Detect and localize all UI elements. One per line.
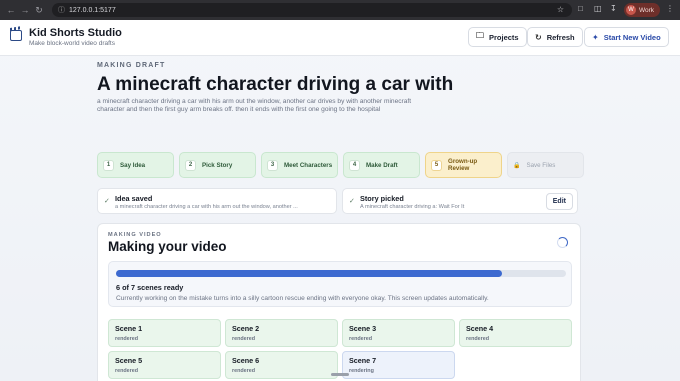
making-video-panel: MAKING VIDEO Making your video 6 of 7 sc… xyxy=(97,223,581,381)
scene-status: rendered xyxy=(349,336,373,342)
scene-card: Scene 7 rendering xyxy=(342,351,455,379)
idea-summary-card: ✓ Idea saved a minecraft character drivi… xyxy=(97,188,337,214)
scene-grid: Scene 1 rendered Scene 2 rendered Scene … xyxy=(108,319,572,379)
refresh-button[interactable]: ↻ Refresh xyxy=(527,27,583,47)
clapperboard-icon xyxy=(10,30,22,41)
step-number: 1 xyxy=(103,159,114,171)
status-message: Currently working on the mistake turns i… xyxy=(116,295,489,302)
sidebar-icon[interactable]: ◫ xyxy=(594,4,602,13)
step-number: 2 xyxy=(185,159,196,171)
scene-status: rendered xyxy=(115,336,139,342)
step-save-files: 🔒 Save Files xyxy=(507,152,584,178)
step-label: Meet Characters xyxy=(284,161,333,169)
profile-name: Work xyxy=(639,6,655,14)
step-tracker: 1 Say Idea 2 Pick Story 3 Meet Character… xyxy=(97,152,584,178)
start-new-video-button[interactable]: ✦ Start New Video xyxy=(584,27,669,47)
avatar: W xyxy=(626,5,636,15)
draft-description: a minecraft character driving a car with… xyxy=(97,98,412,114)
story-summary-card: ✓ Story picked A minecraft character dri… xyxy=(342,188,578,214)
folder-icon: 🗀 xyxy=(476,31,484,40)
app-title: Kid Shorts Studio xyxy=(29,27,122,39)
projects-button[interactable]: 🗀 Projects xyxy=(468,27,527,47)
extensions-icon[interactable]: □ xyxy=(578,4,583,13)
scene-status: rendering xyxy=(349,368,374,374)
step-meet-characters[interactable]: 3 Meet Characters xyxy=(261,152,338,178)
draft-eyebrow: MAKING DRAFT xyxy=(97,62,166,69)
scene-name: Scene 2 xyxy=(232,324,260,333)
scene-card: Scene 1 rendered xyxy=(108,319,221,347)
scene-card: Scene 5 rendered xyxy=(108,351,221,379)
scenes-ready-count: 6 of 7 scenes ready xyxy=(116,283,184,292)
refresh-icon: ↻ xyxy=(535,32,542,42)
scene-name: Scene 7 xyxy=(349,356,377,365)
lock-icon: 🔒 xyxy=(513,162,521,169)
step-label: Pick Story xyxy=(202,161,233,169)
scroll-handle[interactable] xyxy=(331,373,349,376)
scene-name: Scene 3 xyxy=(349,324,377,333)
refresh-label: Refresh xyxy=(546,32,575,42)
scene-status: rendered xyxy=(232,368,256,374)
step-number: 5 xyxy=(431,159,442,171)
back-icon[interactable]: ← xyxy=(6,5,16,15)
step-make-draft[interactable]: 4 Make Draft xyxy=(343,152,420,178)
step-number: 4 xyxy=(349,159,360,171)
story-summary-value: A minecraft character driving a: Wait Fo… xyxy=(360,204,465,210)
download-icon[interactable]: ↧ xyxy=(610,4,617,13)
scene-card: Scene 6 rendered xyxy=(225,351,338,379)
forward-icon[interactable]: → xyxy=(20,5,30,15)
bookmark-star-icon[interactable]: ☆ xyxy=(557,5,564,14)
scene-status: rendered xyxy=(466,336,490,342)
address-bar[interactable]: ⓘ 127.0.0.1:5177 ☆ xyxy=(52,3,572,17)
sparkle-icon: ✦ xyxy=(592,32,599,42)
scene-card: Scene 3 rendered xyxy=(342,319,455,347)
profile-button[interactable]: W Work xyxy=(624,3,660,17)
app-header: Kid Shorts Studio Make block-world video… xyxy=(0,20,680,56)
site-info-icon[interactable]: ⓘ xyxy=(58,5,65,15)
idea-summary-value: a minecraft character driving a car with… xyxy=(115,204,298,210)
progress-bar xyxy=(116,270,566,277)
draft-title: A minecraft character driving a car with xyxy=(97,74,454,95)
check-icon: ✓ xyxy=(104,198,110,205)
step-label: Grown-up Review xyxy=(448,157,478,173)
reload-icon[interactable]: ↻ xyxy=(34,5,44,15)
video-eyebrow: MAKING VIDEO xyxy=(108,232,162,238)
step-say-idea[interactable]: 1 Say Idea xyxy=(97,152,174,178)
step-label: Save Files xyxy=(526,161,556,169)
step-label: Say Idea xyxy=(120,161,146,169)
scene-name: Scene 1 xyxy=(115,324,143,333)
progress-box: 6 of 7 scenes ready Currently working on… xyxy=(108,261,572,307)
start-new-label: Start New Video xyxy=(603,32,661,42)
edit-story-button[interactable]: Edit xyxy=(545,193,573,210)
scene-status: rendered xyxy=(232,336,256,342)
projects-label: Projects xyxy=(489,32,519,42)
scene-name: Scene 4 xyxy=(466,324,494,333)
check-icon: ✓ xyxy=(349,198,355,205)
step-grown-up-review[interactable]: 5 Grown-up Review xyxy=(425,152,502,178)
scene-card: Scene 2 rendered xyxy=(225,319,338,347)
scene-name: Scene 6 xyxy=(232,356,260,365)
video-title: Making your video xyxy=(108,239,227,254)
browser-toolbar: ← → ↻ ⓘ 127.0.0.1:5177 ☆ □ ◫ ↧ W Work ⋮ xyxy=(0,0,680,20)
url-text: 127.0.0.1:5177 xyxy=(69,6,116,14)
step-pick-story[interactable]: 2 Pick Story xyxy=(179,152,256,178)
scene-card: Scene 4 rendered xyxy=(459,319,572,347)
step-number: 3 xyxy=(267,159,278,171)
scene-status: rendered xyxy=(115,368,139,374)
loading-spinner-icon xyxy=(557,237,568,248)
progress-bar-fill xyxy=(116,270,502,277)
app-window: Kid Shorts Studio Make block-world video… xyxy=(0,20,680,381)
app-subtitle: Make block-world video drafts xyxy=(29,40,115,47)
step-label: Make Draft xyxy=(366,161,398,169)
story-summary-label: Story picked xyxy=(360,194,404,203)
browser-menu-icon[interactable]: ⋮ xyxy=(666,4,674,13)
idea-summary-label: Idea saved xyxy=(115,194,153,203)
scene-name: Scene 5 xyxy=(115,356,143,365)
